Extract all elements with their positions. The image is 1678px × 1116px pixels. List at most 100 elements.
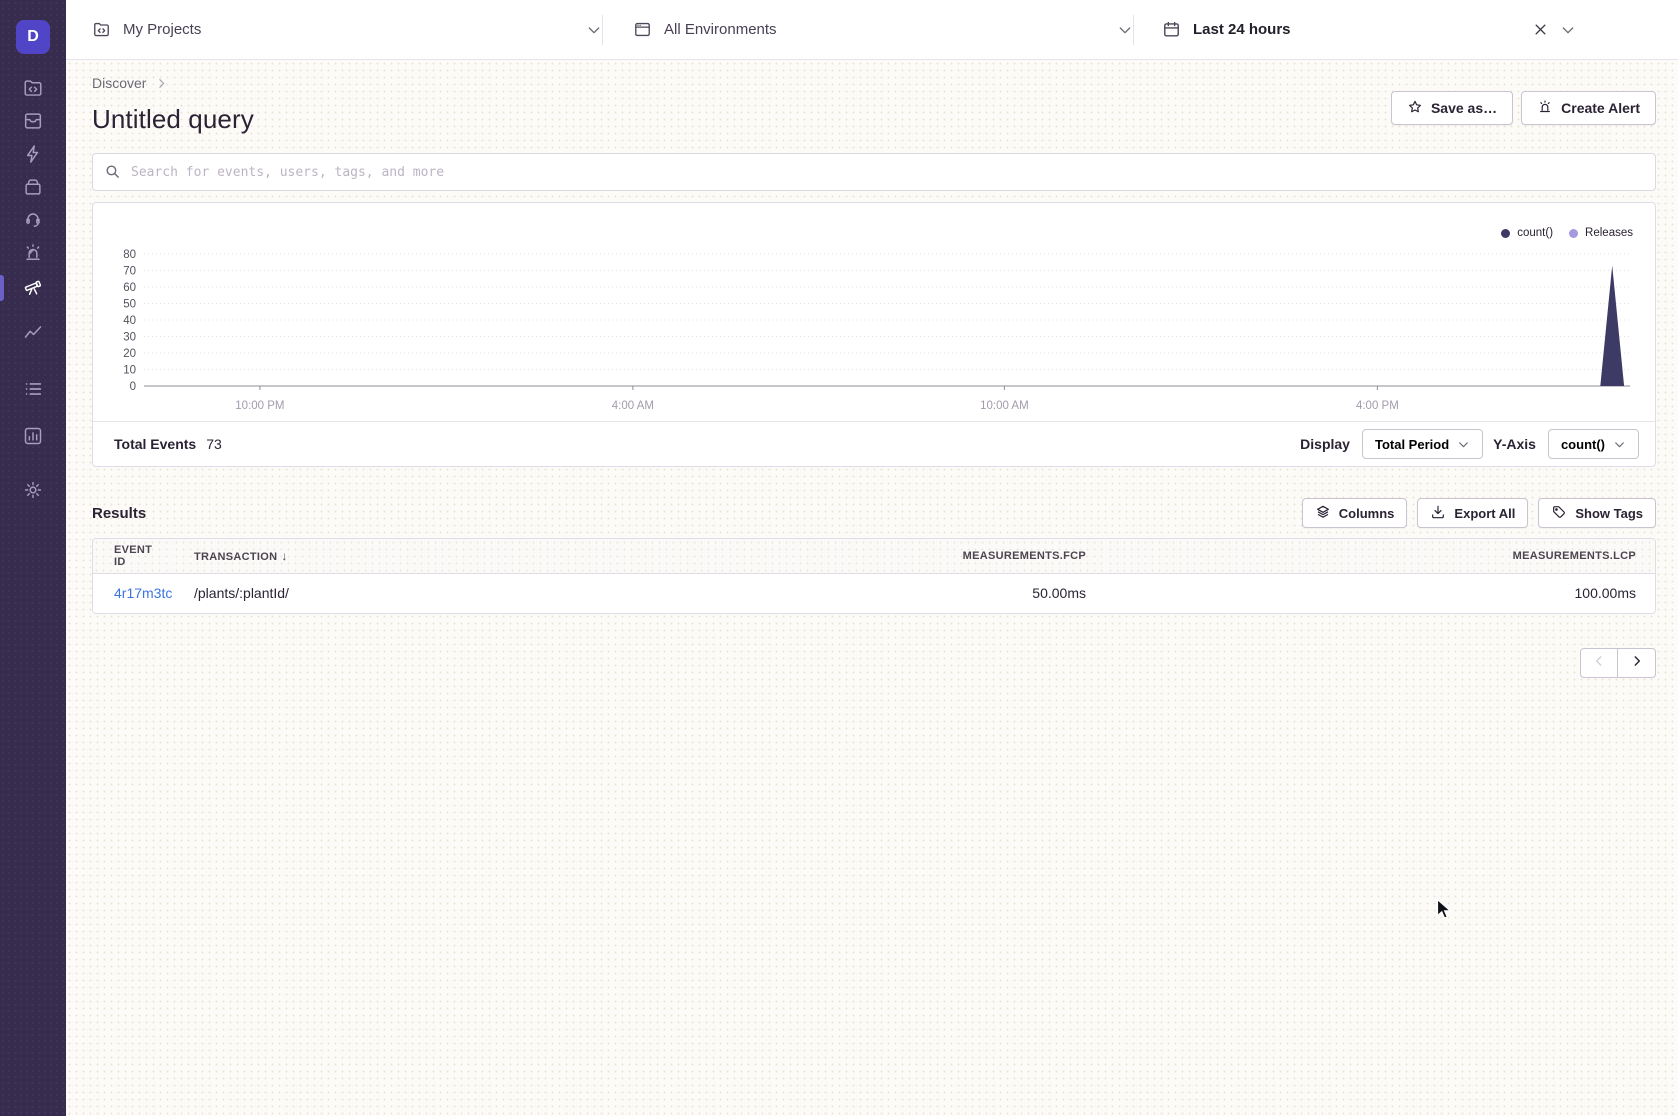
search-input[interactable] [92, 153, 1656, 191]
sidebar: D [0, 0, 66, 1116]
results-table-panel: EVENT ID TRANSACTION↓ MEASUREMENTS.FCP M… [92, 538, 1656, 614]
sidebar-item-issues[interactable] [0, 111, 66, 135]
area-chart: 0102030405060708010:00 PM4:00 AM10:00 AM… [114, 231, 1634, 423]
table-row: 4r17m3tc /plants/:plantId/ 50.00ms 100.0… [93, 573, 1656, 613]
breadcrumb-discover[interactable]: Discover [92, 75, 146, 91]
sidebar-item-discover[interactable] [0, 276, 66, 300]
sidebar-item-user-feedback[interactable] [0, 210, 66, 234]
folder-code-icon [22, 77, 44, 104]
chart-footer: Total Events 73 Display Total Period Y-A… [93, 421, 1655, 466]
sidebar-item-settings[interactable] [0, 480, 66, 504]
chevron-right-icon [1630, 654, 1644, 673]
svg-text:20: 20 [123, 348, 136, 360]
folder-code-icon [92, 20, 111, 39]
chart-legend: count() Releases [1501, 227, 1633, 239]
svg-text:10:00 PM: 10:00 PM [235, 400, 284, 412]
org-avatar[interactable]: D [16, 20, 50, 54]
calendar-icon [1162, 20, 1181, 39]
results-header: Results Columns Export All Show Tags [92, 498, 1656, 528]
sidebar-item-metrics[interactable] [0, 322, 66, 346]
svg-text:0: 0 [130, 381, 136, 393]
svg-text:10:00 AM: 10:00 AM [980, 400, 1029, 412]
columns-button[interactable]: Columns [1302, 498, 1408, 528]
sidebar-item-releases[interactable] [0, 177, 66, 201]
count-series-dot [1501, 229, 1510, 238]
telescope-icon [22, 275, 44, 302]
column-header-measurements-lcp[interactable]: MEASUREMENTS.LCP [1107, 539, 1656, 573]
environment-filter[interactable]: All Environments [603, 0, 1133, 59]
gear-icon [22, 479, 44, 506]
display-select[interactable]: Total Period [1362, 429, 1483, 459]
project-filter-label: My Projects [123, 21, 201, 38]
total-events-value: 73 [206, 436, 222, 452]
column-header-transaction[interactable]: TRANSACTION↓ [173, 539, 727, 573]
svg-text:60: 60 [123, 282, 136, 294]
chevron-right-icon [155, 77, 168, 90]
display-label: Display [1300, 436, 1350, 452]
chevron-down-icon [1117, 22, 1133, 38]
bar-chart-icon [22, 425, 44, 452]
date-filter-label: Last 24 hours [1193, 21, 1291, 38]
sidebar-item-alerts[interactable] [0, 243, 66, 267]
svg-text:50: 50 [123, 299, 136, 311]
measurements-lcp-cell: 100.00ms [1107, 573, 1656, 613]
releases-series-dot [1569, 229, 1578, 238]
svg-text:4:00 AM: 4:00 AM [612, 400, 654, 412]
transaction-cell: /plants/:plantId/ [173, 573, 727, 613]
search-icon [104, 163, 121, 180]
page-header: Discover Untitled query Save as… Create … [92, 75, 1656, 135]
sidebar-item-stats[interactable] [0, 426, 66, 450]
table-header-row: EVENT ID TRANSACTION↓ MEASUREMENTS.FCP M… [93, 539, 1656, 573]
events-chart-panel: count() Releases 0102030405060708010:00 … [92, 202, 1656, 467]
events-chart: 0102030405060708010:00 PM4:00 AM10:00 AM… [114, 231, 1634, 423]
svg-text:4:00 PM: 4:00 PM [1356, 400, 1399, 412]
environment-filter-label: All Environments [664, 21, 777, 38]
search-bar [92, 153, 1656, 191]
column-header-event-id[interactable]: EVENT ID [93, 539, 173, 573]
total-events-label: Total Events [114, 436, 196, 452]
lightning-icon [22, 143, 44, 170]
star-icon [1407, 99, 1423, 118]
chevron-down-icon[interactable] [1560, 22, 1576, 38]
previous-page-button[interactable] [1580, 648, 1618, 678]
show-tags-button[interactable]: Show Tags [1538, 498, 1656, 528]
export-all-button[interactable]: Export All [1417, 498, 1528, 528]
siren-icon [1537, 99, 1553, 118]
legend-item-count[interactable]: count() [1501, 227, 1553, 239]
chevron-left-icon [1592, 654, 1606, 673]
topbar: My Projects All Environments Last 24 hou… [66, 0, 1678, 60]
sidebar-item-projects[interactable] [0, 78, 66, 102]
event-id-link[interactable]: 4r17m3tc [114, 585, 172, 601]
sidebar-item-performance[interactable] [0, 144, 66, 168]
legend-item-releases[interactable]: Releases [1569, 227, 1633, 239]
clear-date-x-icon[interactable] [1533, 22, 1548, 37]
svg-text:40: 40 [123, 315, 136, 327]
window-icon [633, 20, 652, 39]
results-title: Results [92, 505, 146, 522]
svg-text:30: 30 [123, 332, 136, 344]
chevron-down-icon [586, 22, 602, 38]
create-alert-button[interactable]: Create Alert [1521, 91, 1656, 125]
layers-icon [1315, 504, 1331, 523]
results-table: EVENT ID TRANSACTION↓ MEASUREMENTS.FCP M… [93, 539, 1656, 613]
list-icon [22, 378, 44, 405]
y-axis-select[interactable]: count() [1548, 429, 1639, 459]
svg-text:70: 70 [123, 266, 136, 278]
measurements-fcp-cell: 50.00ms [727, 573, 1107, 613]
main-content: Discover Untitled query Save as… Create … [66, 60, 1678, 1116]
svg-text:80: 80 [123, 249, 136, 261]
column-header-measurements-fcp[interactable]: MEASUREMENTS.FCP [727, 539, 1107, 573]
chevron-down-icon [1613, 438, 1626, 451]
headset-icon [22, 209, 44, 236]
save-as-button[interactable]: Save as… [1391, 91, 1513, 125]
line-chart-icon [22, 321, 44, 348]
sidebar-item-activity[interactable] [0, 379, 66, 403]
chevron-down-icon [1457, 438, 1470, 451]
date-filter[interactable]: Last 24 hours [1134, 0, 1678, 59]
next-page-button[interactable] [1618, 648, 1656, 678]
archive-box-icon [22, 176, 44, 203]
project-filter[interactable]: My Projects [66, 0, 602, 59]
download-icon [1430, 504, 1446, 523]
event-id-cell: 4r17m3tc [93, 573, 173, 613]
pagination [92, 648, 1656, 678]
